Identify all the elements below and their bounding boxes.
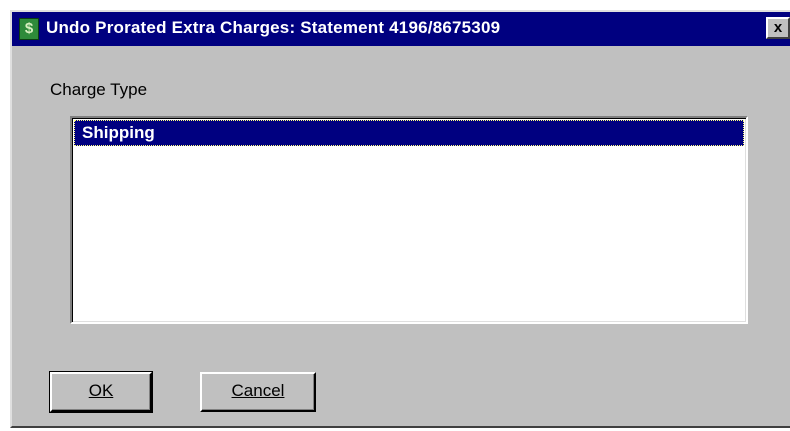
window-title: Undo Prorated Extra Charges: Statement 4… (46, 18, 501, 37)
ok-button-label: OK (88, 381, 114, 400)
dollar-app-icon: $ (19, 18, 39, 40)
cancel-button-label: Cancel (231, 381, 285, 400)
title-bar[interactable]: $ Undo Prorated Extra Charges: Statement… (12, 12, 790, 46)
list-item-shipping[interactable]: Shipping (74, 120, 744, 146)
ok-button[interactable]: OK (49, 371, 153, 413)
close-button[interactable]: x (766, 17, 790, 39)
cancel-button[interactable]: Cancel (200, 372, 316, 412)
undo-prorated-charges-dialog: $ Undo Prorated Extra Charges: Statement… (10, 10, 790, 428)
charge-type-label: Charge Type (50, 80, 148, 99)
charge-type-listbox[interactable]: Shipping (70, 116, 748, 324)
